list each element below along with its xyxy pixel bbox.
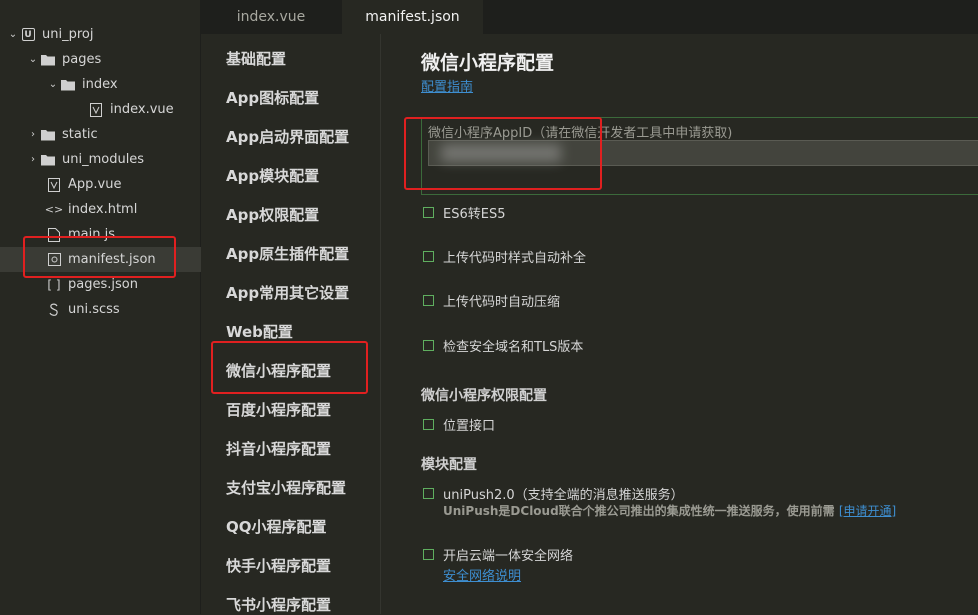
option-label: 上传代码时样式自动补全 [443,251,587,266]
checkbox[interactable] [423,549,434,560]
vue-file-icon [88,102,104,117]
option-label: 上传代码时自动压缩 [443,295,561,310]
tree-item-label: index.html [68,202,138,217]
nav-item-alipay-mp[interactable]: 支付宝小程序配置 [226,477,346,498]
nav-item-app-other-settings[interactable]: App常用其它设置 [226,282,349,303]
tree-item-pages[interactable]: ⌄ pages [0,47,226,72]
settings-nav: 基础配置 App图标配置 App启动界面配置 App模块配置 App权限配置 A… [201,34,381,614]
html-file-icon: <> [44,203,64,216]
page-title: 微信小程序配置 [421,52,555,74]
nav-item-app-splash[interactable]: App启动界面配置 [226,126,349,147]
nav-item-web[interactable]: Web配置 [226,321,293,342]
tree-item-label: index [82,77,118,92]
nav-item-qq-mp[interactable]: QQ小程序配置 [226,516,327,537]
nav-item-app-native-plugins[interactable]: App原生插件配置 [226,243,349,264]
module-section-title: 模块配置 [421,457,477,473]
checkbox[interactable] [423,488,434,499]
folder-icon [40,128,56,142]
option-label: uniPush2.0（支持全端的消息推送服务） [443,488,684,503]
folder-icon [40,153,56,167]
nav-item-wechat-mp[interactable]: 微信小程序配置 [226,360,331,381]
secure-network-link[interactable]: 安全网络说明 [443,565,521,584]
scss-file-icon [46,303,62,317]
nav-item-baidu-mp[interactable]: 百度小程序配置 [226,399,331,420]
folder-open-icon [60,78,76,92]
tab-index-vue[interactable]: index.vue [201,0,341,34]
vue-file-icon [46,177,62,192]
tree-item-static[interactable]: › static [0,122,226,147]
tab-label: index.vue [236,9,306,25]
tree-item-label: main.js [68,227,115,242]
file-tree: ⌄ U uni_proj ⌄ pages ⌄ index index.vue ›… [0,0,246,614]
option-label: 位置接口 [443,419,496,434]
chevron-right-icon[interactable]: › [26,129,40,140]
folder-open-icon [40,53,56,67]
nav-item-kuaishou-mp[interactable]: 快手小程序配置 [226,555,331,576]
option-label: ES6转ES5 [443,207,506,222]
option-style-autoprefix[interactable]: 上传代码时样式自动补全 [423,247,586,266]
config-guide-link[interactable]: 配置指南 [421,76,473,95]
redacted-appid [441,144,561,162]
tree-item-label: static [62,127,98,142]
unipush-note-text: UniPush是DCloud联合个推公司推出的集成性统一推送服务，使用前需 [443,504,835,518]
nav-item-basic[interactable]: 基础配置 [226,48,286,69]
tree-item-label: pages.json [68,277,138,292]
appid-label: 微信小程序AppID（请在微信开发者工具中申请获取) [428,126,733,141]
tree-item-label: uni.scss [68,302,120,317]
checkbox[interactable] [423,419,434,430]
option-location-api[interactable]: 位置接口 [423,415,495,434]
tree-item-label: App.vue [68,177,122,192]
nav-item-app-permissions[interactable]: App权限配置 [226,204,319,225]
chevron-right-icon[interactable]: › [26,154,40,165]
tree-item-label: index.vue [110,102,174,117]
option-auto-minify[interactable]: 上传代码时自动压缩 [423,291,560,310]
nav-item-app-icon[interactable]: App图标配置 [226,87,319,108]
tab-manifest-json[interactable]: manifest.json [342,0,483,34]
tree-item-label: manifest.json [68,252,156,267]
chevron-down-icon[interactable]: ⌄ [46,79,60,90]
nav-item-feishu-mp[interactable]: 飞书小程序配置 [226,594,331,615]
json-file-icon: [ ] [47,277,61,292]
option-secure-network[interactable]: 开启云端一体安全网络 [423,545,573,564]
tree-item-label: pages [62,52,102,67]
option-check-domain-tls[interactable]: 检查安全域名和TLS版本 [423,336,583,355]
tree-item-label: uni_modules [62,152,145,167]
settings-content: 微信小程序配置 配置指南 微信小程序AppID（请在微信开发者工具中申请获取) … [381,34,978,614]
checkbox[interactable] [423,340,434,351]
nav-item-app-modules[interactable]: App模块配置 [226,165,319,186]
editor-tab-bar: index.vue manifest.json [201,0,978,34]
permission-section-title: 微信小程序权限配置 [421,388,547,404]
option-unipush[interactable]: uniPush2.0（支持全端的消息推送服务） [423,484,684,503]
js-file-icon [46,227,62,242]
chevron-down-icon[interactable]: ⌄ [6,29,20,40]
tab-label: manifest.json [365,9,460,25]
tree-item-uni-proj[interactable]: ⌄ U uni_proj [0,22,206,47]
project-icon: U [20,28,36,42]
option-es6-to-es5[interactable]: ES6转ES5 [423,203,505,222]
option-label: 检查安全域名和TLS版本 [443,340,584,355]
unipush-note: UniPush是DCloud联合个推公司推出的集成性统一推送服务，使用前需 [申… [443,502,896,519]
settings-file-icon [46,253,62,267]
checkbox[interactable] [423,295,434,306]
checkbox[interactable] [423,251,434,262]
checkbox[interactable] [423,207,434,218]
tree-item-label: uni_proj [42,27,94,42]
nav-item-douyin-mp[interactable]: 抖音小程序配置 [226,438,331,459]
option-label: 开启云端一体安全网络 [443,549,574,564]
tree-item-uni-modules[interactable]: › uni_modules [0,147,226,172]
apply-link[interactable]: [申请开通] [839,504,896,518]
chevron-down-icon[interactable]: ⌄ [26,54,40,65]
